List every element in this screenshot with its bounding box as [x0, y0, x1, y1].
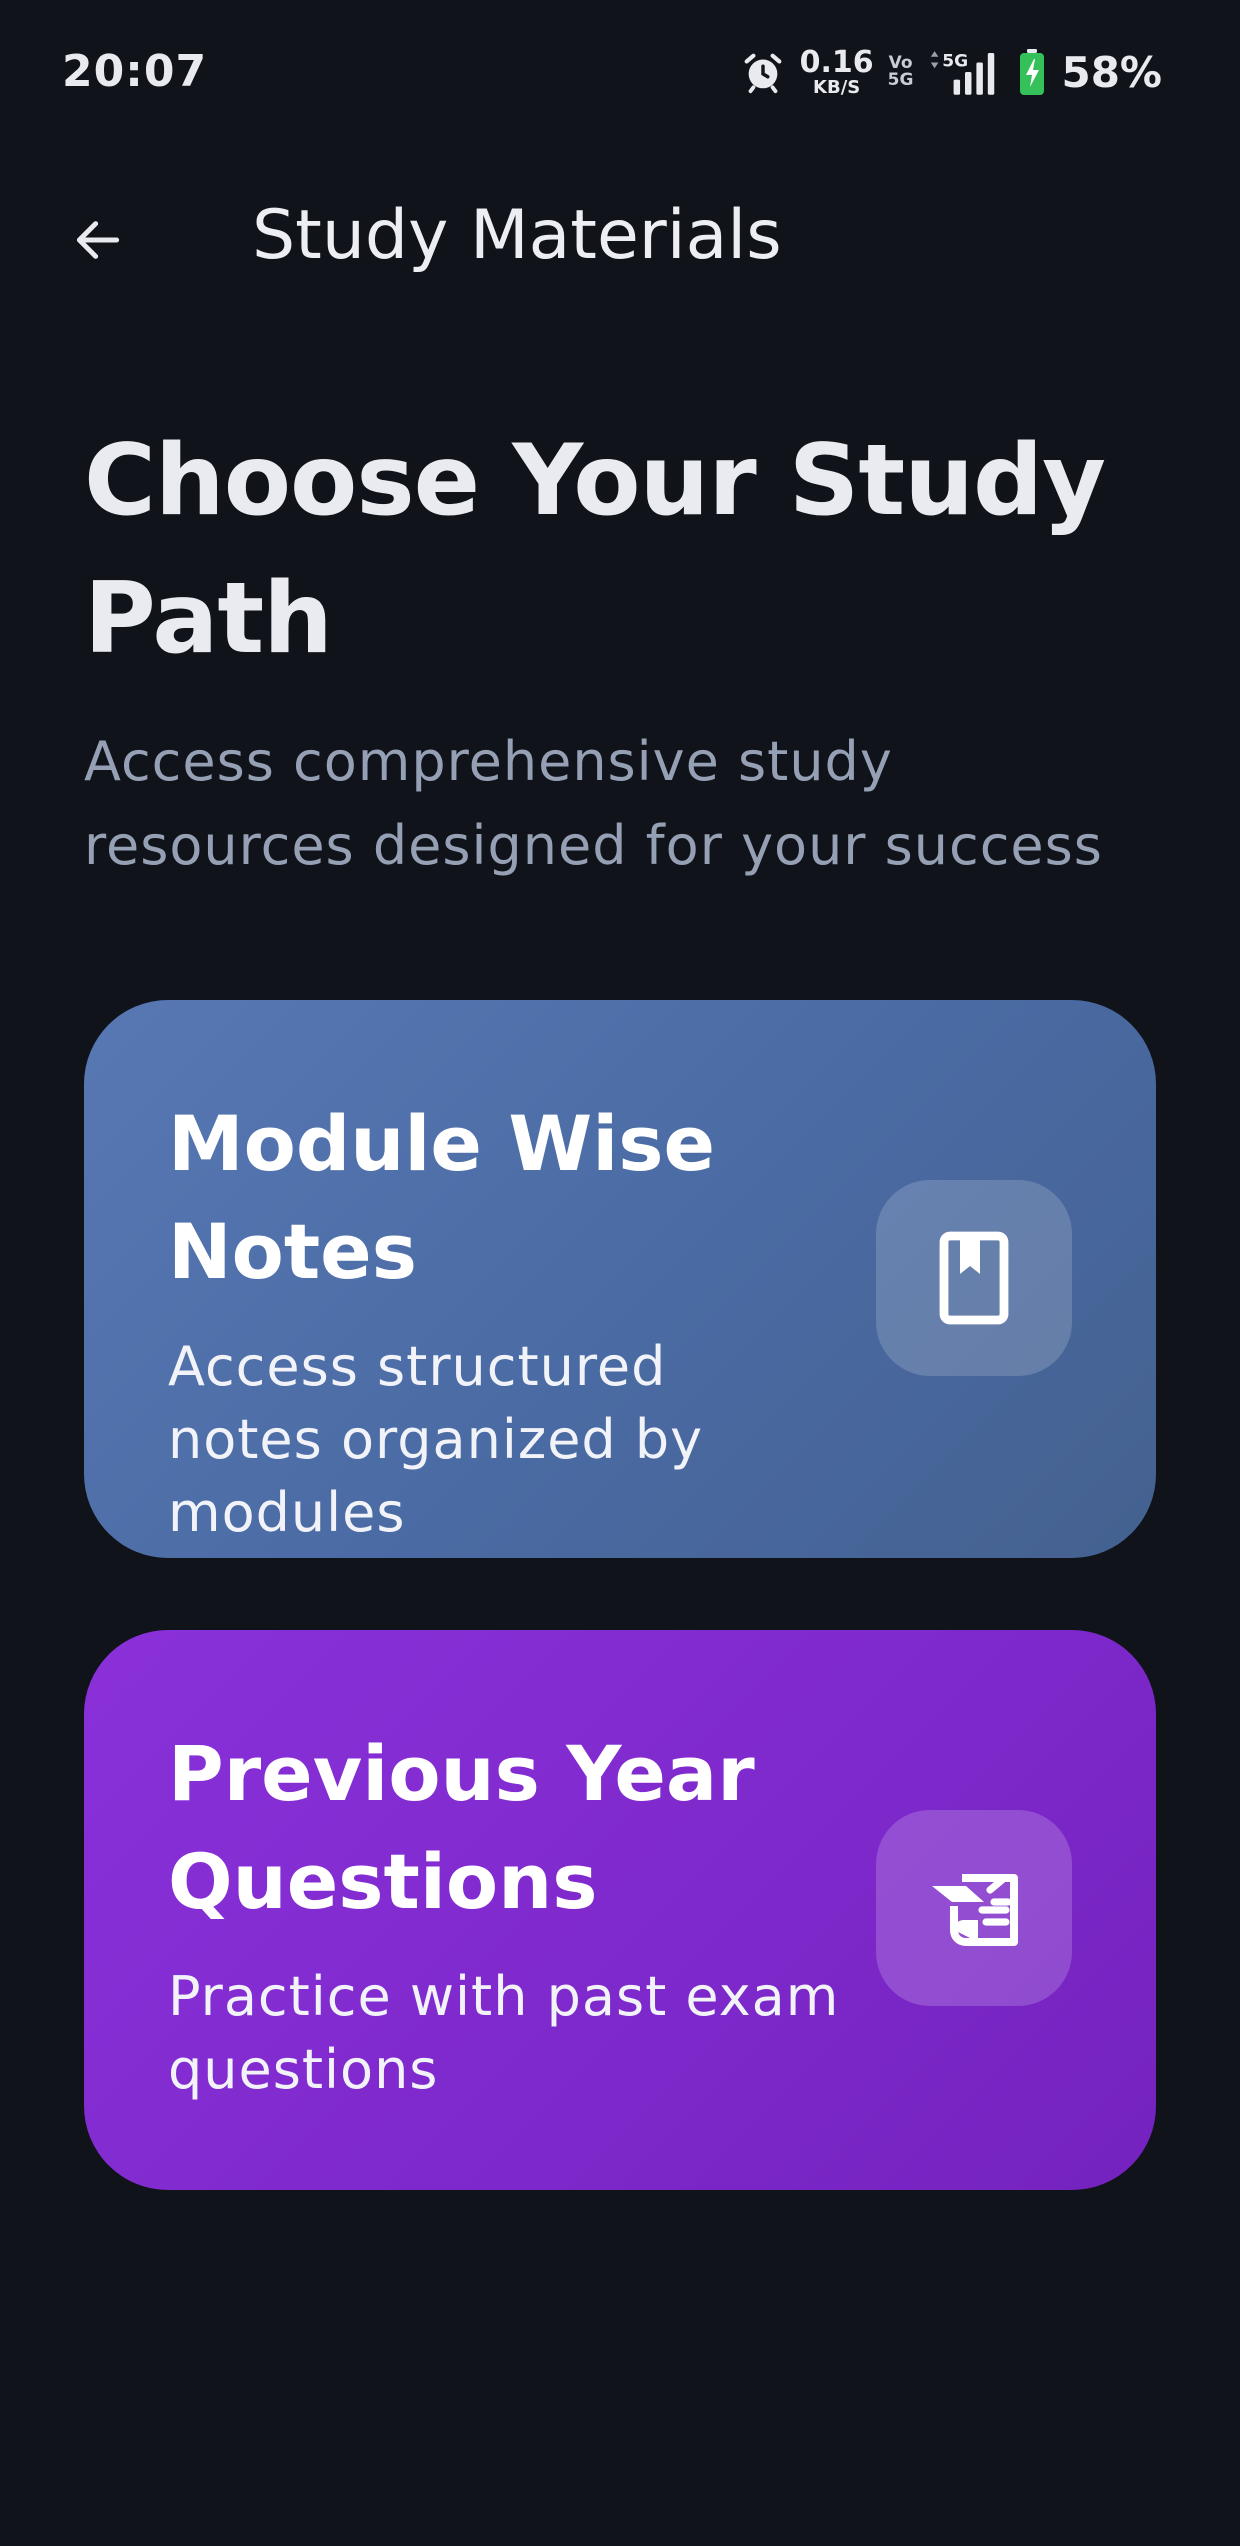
network-speed: 0.16 KB/S: [799, 44, 874, 98]
quiz-scroll-icon: [932, 1874, 1018, 1946]
battery-charging-icon: [1020, 49, 1045, 95]
module-wise-notes-card[interactable]: Module Wise Notes Access structured note…: [84, 1000, 1156, 1558]
card-icon-container: [876, 1810, 1072, 2006]
volte-indicator: Vo 5G: [887, 53, 914, 90]
app-bar-title: Study Materials: [252, 196, 782, 275]
book-bookmark-icon: [939, 1231, 1009, 1325]
status-bar: 20:07 0.16 KB/S Vo 5G 5G 58%: [0, 0, 1240, 150]
signal-5g-icon: 5G: [931, 51, 995, 95]
card-description: Access structured notes organized by mod…: [168, 1335, 704, 1544]
status-time: 20:07: [62, 46, 208, 97]
page-subtitle: Access comprehensive study resources des…: [84, 730, 1103, 877]
status-icons: 0.16 KB/S Vo 5G 5G 58%: [740, 44, 1162, 100]
card-title: Module Wise Notes: [168, 1099, 716, 1296]
card-icon-container: [876, 1180, 1072, 1376]
arrow-left-icon: [76, 221, 120, 259]
back-button[interactable]: [60, 202, 136, 278]
card-title: Previous Year Questions: [168, 1729, 755, 1926]
network-type-label: 5G: [943, 51, 969, 71]
previous-year-questions-card[interactable]: Previous Year Questions Practice with pa…: [84, 1630, 1156, 2190]
battery-percent: 58%: [1061, 47, 1162, 97]
app-bar: Study Materials: [0, 180, 1240, 296]
card-description: Practice with past exam questions: [168, 1965, 840, 2101]
page-title: Choose Your Study Path: [84, 424, 1106, 676]
alarm-clock-icon: [744, 53, 782, 94]
